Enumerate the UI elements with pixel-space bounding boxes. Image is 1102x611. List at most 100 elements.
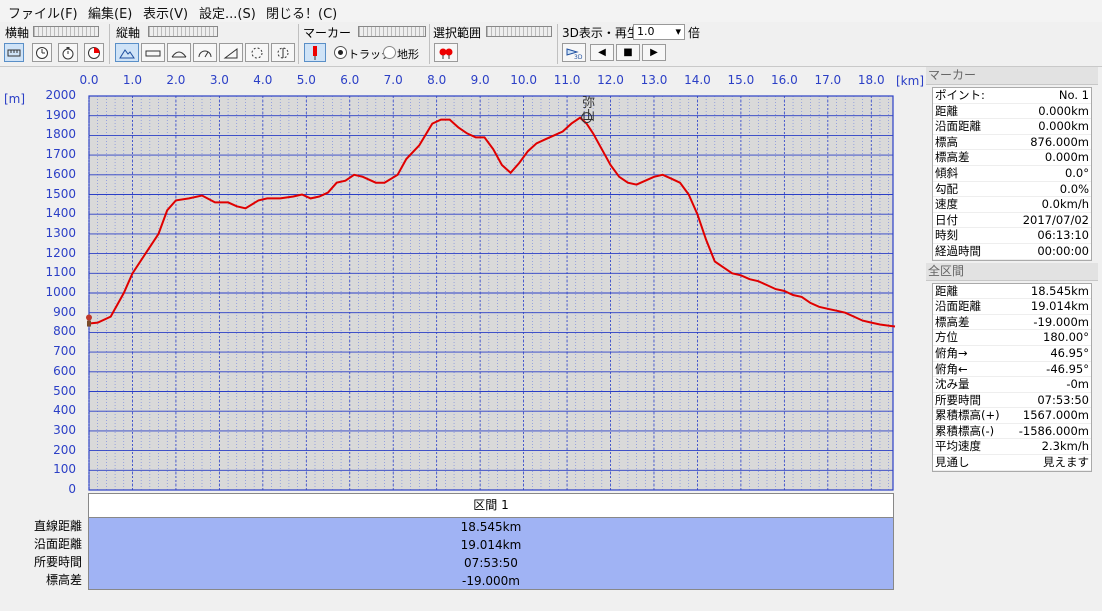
marker-label: マーカー [303, 26, 352, 40]
info-row: 速度 0.0km/h [933, 197, 1091, 213]
menu-close[interactable]: 閉じる！(C) [266, 3, 337, 22]
icon-3d-text: 3D [574, 54, 583, 60]
info-value: -1586.000m [1018, 423, 1089, 438]
play-icon: ▶ [650, 47, 658, 58]
menu-view[interactable]: 表示(V) [143, 3, 188, 22]
info-row: 沈み量 -0m [933, 377, 1091, 393]
info-value: 00:00:00 [1037, 243, 1089, 258]
clock-icon [36, 46, 48, 59]
info-row: 方位 180.00° [933, 330, 1091, 346]
track-radio[interactable] [334, 46, 347, 59]
summary-label-surface: 沿面距離 [33, 537, 82, 551]
terrain-radio[interactable] [383, 46, 396, 59]
info-value: 0.0km/h [1041, 197, 1089, 212]
range-label: 選択範囲 [433, 26, 482, 40]
terrain-label: 地形 [397, 48, 419, 61]
stop-button[interactable]: ■ [616, 44, 640, 61]
info-value: -46.95° [1046, 361, 1089, 376]
h-axis-slider[interactable] [33, 26, 99, 37]
summary-elevation-diff: -19.000m [461, 574, 520, 588]
time-axis-button[interactable] [32, 43, 52, 62]
slope-view-button[interactable] [219, 43, 243, 62]
flat-view-button[interactable] [141, 43, 165, 62]
toolbar-separator [557, 24, 558, 64]
menu-file[interactable]: ファイル(F) [8, 3, 78, 22]
info-row: 俯角← -46.95° [933, 362, 1091, 378]
range-slider[interactable] [486, 26, 552, 37]
menu-edit[interactable]: 編集(E) [88, 3, 132, 22]
radio-dot [338, 50, 343, 55]
speed-unit: 倍 [688, 26, 701, 40]
marker-slider[interactable] [358, 26, 426, 37]
section-header[interactable]: 区間 1 [89, 494, 893, 518]
menu-settings[interactable]: 設定...(S) [199, 3, 256, 22]
gauge-view-button[interactable] [193, 43, 217, 62]
info-label: 累積標高(-) [935, 423, 995, 438]
elapsed-axis-button[interactable] [58, 43, 78, 62]
range-marker-button[interactable] [434, 43, 458, 62]
info-row: 標高差 0.000m [933, 150, 1091, 166]
info-label: 俯角← [935, 361, 968, 376]
info-side-panel: マーカー ポイント: No. 1 距離 0.000km 沿面距離 0.000km 標高 876… [926, 67, 1098, 607]
marker-info-table: ポイント: No. 1 距離 0.000km 沿面距離 0.000km 標高 876.000m… [932, 87, 1092, 261]
marker-button[interactable] [304, 43, 326, 62]
info-row: 距離 0.000km [933, 104, 1091, 120]
info-row: 日付 2017/07/02 [933, 213, 1091, 229]
info-row: 沿面距離 19.014km [933, 299, 1091, 315]
info-label: 累積標高(+) [935, 408, 1000, 423]
info-row: 経過時間 00:00:00 [933, 244, 1091, 260]
info-value: -19.000m [1033, 314, 1089, 329]
info-value: 0.0% [1059, 181, 1089, 196]
ruler-flat-icon [145, 50, 161, 56]
info-row: 時刻 06:13:10 [933, 228, 1091, 244]
info-row: 平均速度 2.3km/h [933, 439, 1091, 456]
elevation-view-button[interactable] [115, 43, 139, 62]
elevation-chart[interactable]: 弥山 [0, 67, 922, 497]
info-label: 方位 [935, 330, 958, 345]
info-value: 0.0° [1064, 165, 1089, 180]
start-marker-icon [86, 314, 92, 321]
rewind-button[interactable]: ◀ [590, 44, 614, 61]
summary-surface-distance: 19.014km [460, 538, 522, 552]
info-label: 沿面距離 [935, 299, 981, 314]
slope-icon [223, 47, 238, 58]
peak-label: 弥山 [579, 95, 595, 122]
range-view-button[interactable] [271, 43, 295, 62]
speed-view-button[interactable] [245, 43, 269, 62]
info-label: 経過時間 [935, 243, 981, 258]
point-axis-button[interactable] [84, 43, 104, 62]
speed-select[interactable]: 1.0 ▾ [633, 24, 685, 40]
info-label: 勾配 [935, 181, 958, 196]
info-label: 平均速度 [935, 439, 981, 454]
pie-clock-icon [88, 46, 100, 59]
info-row: 標高差 -19.000m [933, 315, 1091, 331]
info-label: 距離 [935, 283, 958, 298]
info-row: 見通し 見えます [933, 455, 1091, 471]
summary-label-time: 所要時間 [33, 555, 82, 569]
info-label: 速度 [935, 197, 958, 212]
curve-view-button[interactable] [167, 43, 191, 62]
section-summary-table: 区間 1 18.545km 19.014km 07:53:50 -19.000m [88, 493, 894, 590]
menu-bar: ファイル(F) 編集(E) 表示(V) 設定...(S) 閉じる！(C) [0, 0, 1102, 23]
stopwatch-icon [62, 46, 74, 59]
ruler-icon [7, 49, 21, 56]
distance-axis-button[interactable] [4, 43, 24, 62]
v-axis-slider[interactable] [148, 26, 218, 37]
mountain-icon [119, 48, 135, 58]
chevron-down-icon: ▾ [675, 25, 681, 38]
display3d-label: 3D表示・再生 [562, 26, 639, 40]
info-row: 累積標高(+) 1567.000m [933, 408, 1091, 424]
info-row: 傾斜 0.0° [933, 166, 1091, 182]
play-button[interactable]: ▶ [642, 44, 666, 61]
info-value: 07:53:50 [1037, 392, 1089, 407]
info-value: 876.000m [1030, 134, 1089, 149]
marker-panel-title: マーカー [926, 67, 1098, 85]
info-row: 俯角→ 46.95° [933, 346, 1091, 362]
info-value: 06:13:10 [1037, 228, 1089, 243]
info-label: 見通し [935, 455, 970, 470]
v-axis-label: 縦軸 [116, 26, 141, 40]
dotted-range-icon [277, 47, 289, 58]
info-label: 日付 [935, 212, 958, 227]
toolbar-separator [429, 24, 430, 64]
view3d-button[interactable]: 3D [562, 43, 586, 62]
